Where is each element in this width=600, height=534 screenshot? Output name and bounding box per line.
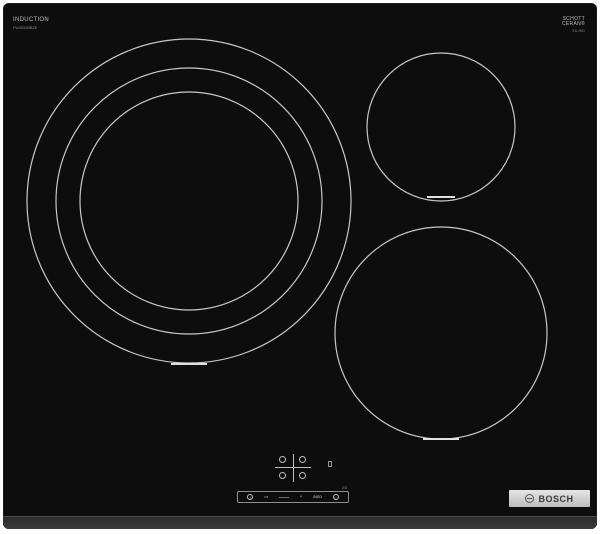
selector-vertical-line: [293, 454, 294, 482]
selector-horizontal-line: [275, 467, 311, 468]
plus-button[interactable]: +: [300, 494, 303, 500]
hob-front-edge: [3, 516, 597, 529]
touch-control-strip[interactable]: I ▭ + auto ○: [237, 491, 349, 503]
settings-button[interactable]: ○: [332, 494, 339, 500]
zone-select-top-right[interactable]: [299, 456, 306, 463]
timer-button[interactable]: ▭: [264, 494, 268, 500]
zone-select-bottom-right[interactable]: [299, 472, 306, 479]
zone-select-bottom-left[interactable]: [279, 472, 286, 479]
lock-indicator: [328, 461, 332, 467]
auto-button[interactable]: auto: [313, 494, 322, 500]
power-button[interactable]: I: [247, 494, 254, 500]
brand-name: BOSCH: [538, 493, 574, 504]
brand-badge: BOSCH: [509, 490, 590, 507]
cooking-zones: [26, 38, 548, 440]
strip-tag: 2/3: [342, 486, 347, 490]
cooktop-glass: INDUCTION PUJ631BB2E SCHOTT CERAN® EU-H0…: [3, 3, 597, 529]
large-zone-outer-ring[interactable]: [26, 38, 352, 364]
zone-select-top-left[interactable]: [279, 456, 286, 463]
medium-zone-ring[interactable]: [334, 226, 548, 440]
large-zone-middle-ring[interactable]: [55, 67, 323, 335]
power-slider[interactable]: [279, 496, 290, 498]
small-zone-ring[interactable]: [366, 52, 516, 202]
bosch-logo-icon: [525, 494, 535, 503]
power-icon: I: [249, 494, 251, 500]
zone-selector-cross[interactable]: [273, 452, 313, 484]
large-zone-inner-ring[interactable]: [79, 91, 299, 311]
circle-icon: ○: [334, 494, 337, 500]
